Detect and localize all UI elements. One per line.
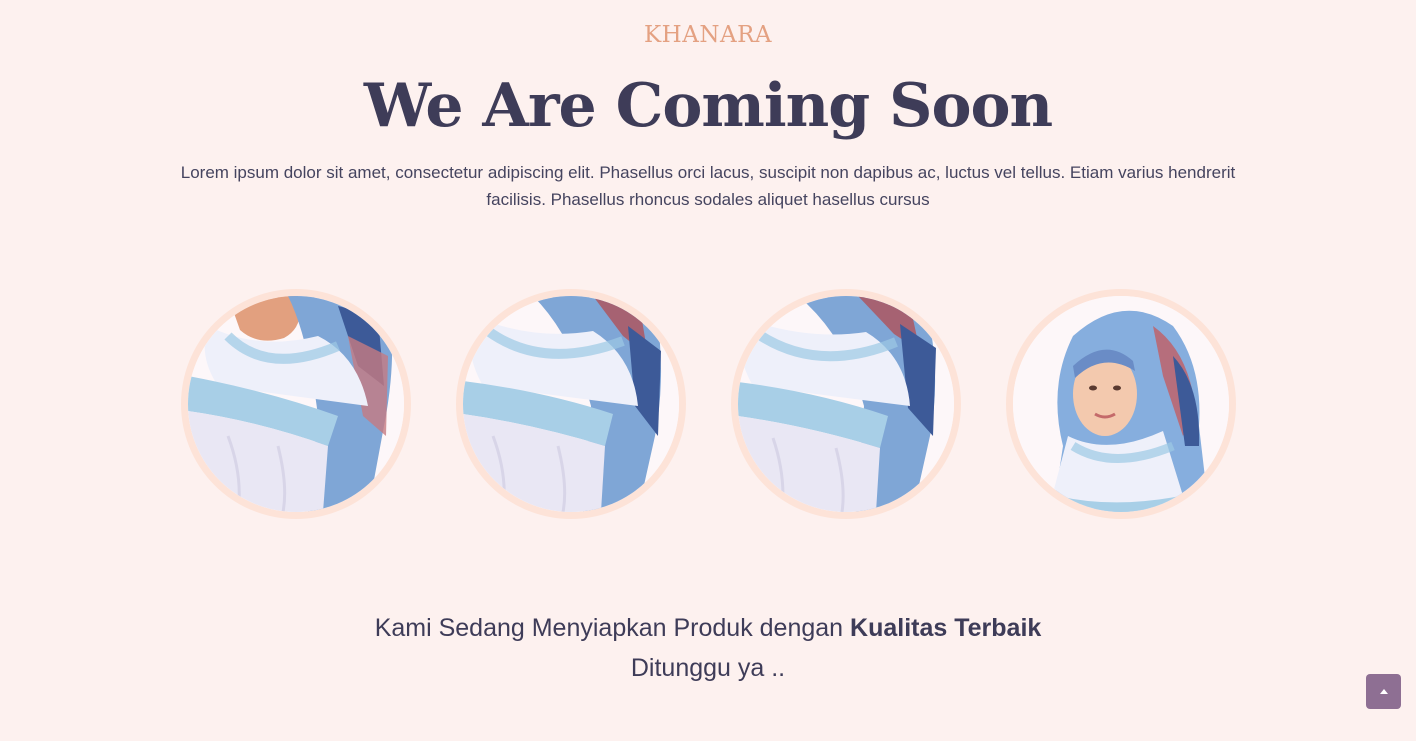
product-gallery [181,289,1236,519]
message-line-2: Ditunggu ya .. [630,654,786,682]
message-line-1: Kami Sedang Menyiapkan Produk dengan Kua… [0,608,1416,648]
message-prefix: Kami Sedang Menyiapkan Produk dengan [374,614,844,642]
gallery-image-4 [1006,289,1236,519]
hijab-shoulder-photo [738,296,954,512]
hijab-shoulder-photo [188,296,404,512]
gallery-image-1 [181,289,411,519]
hijab-shoulder-photo [463,296,679,512]
gallery-image-2 [456,289,686,519]
chevron-up-icon [1379,689,1388,694]
coming-soon-message: Kami Sedang Menyiapkan Produk dengan Kua… [0,608,1416,688]
scroll-to-top-button[interactable] [1366,674,1401,709]
page-headline: We Are Coming Soon [363,71,1053,141]
brand-logo-text: KHANARA [643,22,772,48]
intro-paragraph: Lorem ipsum dolor sit amet, consectetur … [180,163,1236,209]
gallery-image-3 [731,289,961,519]
hijab-model-portrait [1013,296,1229,512]
message-highlight: Kualitas Terbaik [850,614,1042,642]
